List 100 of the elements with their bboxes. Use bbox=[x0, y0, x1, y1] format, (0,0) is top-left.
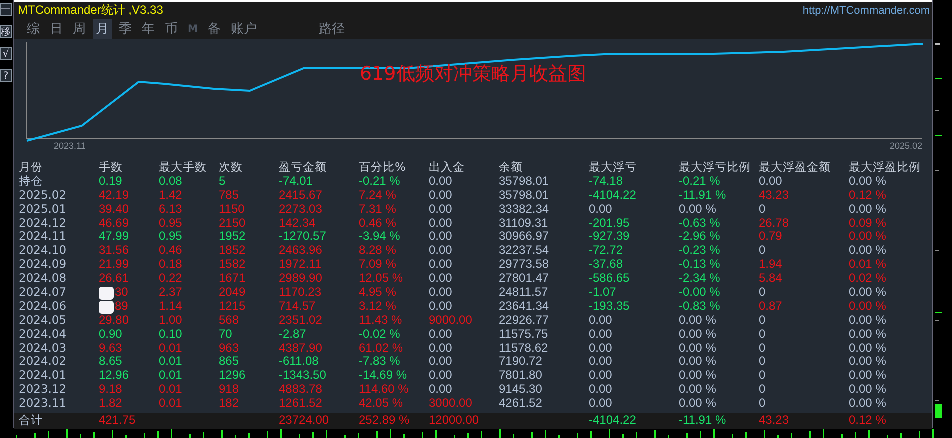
table-cell-text: 1.42 bbox=[159, 188, 184, 203]
table-cell-text: 7801.80 bbox=[499, 369, 544, 384]
table-cell-text: 29.80 bbox=[99, 314, 130, 328]
table-cell-text: 26.61 bbox=[99, 272, 130, 286]
table-cell-text: 46.69 bbox=[99, 216, 130, 230]
table-cell-text: 12.96 bbox=[99, 369, 130, 384]
tab[interactable]: 周 bbox=[70, 19, 89, 39]
tab[interactable]: 月 bbox=[93, 19, 112, 39]
tab[interactable]: 备 bbox=[204, 19, 224, 39]
table-cell-text: 0.00 bbox=[429, 342, 454, 356]
table-cell-text: 0 bbox=[759, 314, 767, 328]
table-cell-text: 9.18 bbox=[99, 383, 124, 398]
table-cell-text: 0 bbox=[759, 286, 767, 300]
table-cell-text: 0.00 % bbox=[849, 369, 888, 384]
table-cell-text: 7190.72 bbox=[499, 355, 544, 370]
table-cell-text: 7.24 % bbox=[359, 188, 398, 203]
table-cell-text: 0.01 bbox=[159, 383, 184, 398]
table-cell-text: 4883.78 bbox=[279, 383, 324, 398]
table-cell-text: 2025.01 bbox=[19, 202, 68, 217]
table-cell: 30 bbox=[99, 286, 159, 300]
table-cell-text: 0.00 bbox=[429, 188, 454, 203]
table-cell-text: -72.72 bbox=[589, 244, 624, 258]
tab[interactable]: 季 bbox=[116, 19, 135, 39]
table-cell-text: 43.23 bbox=[759, 414, 790, 428]
table-cell-text: 1150 bbox=[219, 202, 246, 217]
table-cell-text: 0.00 % bbox=[679, 383, 718, 398]
column-header: 百分比% bbox=[359, 161, 407, 175]
table-cell-text: 0.00 bbox=[429, 230, 454, 244]
table-cell-text: 32237.54 bbox=[499, 244, 550, 258]
table-cell-text: 0.00 bbox=[589, 397, 614, 412]
table-cell-text: -0.02 % bbox=[359, 328, 402, 342]
table-cell-text: 35798.01 bbox=[499, 174, 550, 189]
table-cell-text: 1.14 bbox=[159, 300, 184, 314]
website-link[interactable]: http://MTCommander.com bbox=[802, 4, 930, 16]
table-cell-text: 0.00 % bbox=[849, 244, 888, 258]
table-cell-text: 0.00 bbox=[589, 314, 614, 328]
table-cell-text: 2049 bbox=[219, 286, 247, 300]
table-cell-text: 0.00 % bbox=[679, 397, 718, 412]
table-cell-text: 0.79 bbox=[759, 230, 784, 244]
table-cell-text: 0.01 % bbox=[849, 258, 888, 272]
side-button[interactable]: ? bbox=[0, 69, 12, 82]
tab[interactable]: 日 bbox=[47, 19, 66, 39]
table-cell-text: 9.63 bbox=[99, 342, 124, 356]
table-cell-text: 714.57 bbox=[279, 300, 317, 314]
table-cell-text: 0.00 % bbox=[849, 383, 888, 398]
table-cell-text: 0.00 % bbox=[849, 314, 888, 328]
side-button[interactable]: 一 bbox=[0, 3, 12, 16]
table-cell-text: 0.00 bbox=[429, 328, 454, 342]
table-cell-text: 2273.03 bbox=[279, 202, 324, 217]
table-cell-text: -0.13 % bbox=[679, 258, 722, 272]
table-cell-text: 8.28 % bbox=[359, 244, 398, 258]
table-cell-text: 合计 bbox=[19, 414, 44, 428]
table-cell-text: 0.00 % bbox=[849, 174, 888, 189]
table-cell-text: 0.02 % bbox=[849, 272, 888, 286]
table-cell-text: 4261.52 bbox=[499, 397, 544, 412]
column-header: 最大浮亏比例 bbox=[679, 161, 752, 175]
table-cell-text: 0.00 bbox=[589, 342, 614, 356]
table-cell-text: 42.05 % bbox=[359, 397, 404, 412]
table-cell-text: 0.01 bbox=[159, 355, 184, 370]
table-cell-text: 26.78 bbox=[759, 216, 790, 230]
table-cell-text: 0 bbox=[759, 383, 767, 398]
table-cell-text: 30966.97 bbox=[499, 230, 550, 244]
table-cell-text: 0 bbox=[759, 342, 767, 356]
table-cell-text: 0.95 bbox=[159, 216, 184, 230]
table-cell-text: 0.00 bbox=[589, 202, 614, 217]
table-cell-text: 0 bbox=[759, 369, 767, 384]
table-cell-text: 31109.31 bbox=[499, 216, 550, 230]
table-cell-text: -1343.50 bbox=[279, 369, 328, 384]
table-cell-text: 1261.52 bbox=[279, 397, 324, 412]
axis-label: 2023.11 bbox=[54, 141, 86, 151]
table-cell-text: 0.12 % bbox=[849, 414, 888, 428]
table-cell-text: 2351.02 bbox=[279, 314, 324, 328]
table-cell-text: 0.22 bbox=[159, 272, 184, 286]
table-cell-text: 0.09 % bbox=[849, 216, 888, 230]
tab[interactable]: 年 bbox=[139, 19, 158, 39]
tab[interactable]: 币 bbox=[162, 19, 181, 39]
table-cell-text: -0.21 % bbox=[679, 174, 722, 189]
table-cell-text: 39.40 bbox=[99, 202, 130, 217]
table-cell-text: 0.00 % bbox=[849, 230, 888, 244]
table-cell-text: 2024.09 bbox=[19, 258, 68, 272]
tab[interactable]: 综 bbox=[24, 19, 43, 39]
table-cell-text: 2024.06 bbox=[19, 300, 68, 314]
table-cell-text: 0.00 % bbox=[849, 342, 888, 356]
tab[interactable]: 账户 bbox=[228, 19, 260, 39]
table-cell-text: 0.01 bbox=[159, 342, 184, 356]
column-header: 最大浮盈金额 bbox=[759, 161, 832, 175]
table-cell-text: 4387.90 bbox=[279, 342, 324, 356]
side-button[interactable]: √ bbox=[0, 47, 12, 60]
table-cell-text: 5.84 bbox=[759, 272, 784, 286]
table-cell-text: 43.23 bbox=[759, 188, 790, 203]
table-cell-text: 0.00 bbox=[429, 369, 454, 384]
table-cell-text: 0.01 bbox=[159, 397, 184, 412]
table-cell-text: 0.00 % bbox=[679, 342, 718, 356]
table-cell-text: 12.05 % bbox=[359, 272, 404, 286]
table-cell-text: 0.12 % bbox=[849, 188, 888, 203]
side-button[interactable]: 移 bbox=[0, 25, 12, 38]
column-header: 余额 bbox=[499, 161, 524, 175]
table-cell-text: 11.43 % bbox=[359, 314, 404, 328]
column-header: 最大浮亏 bbox=[589, 161, 638, 175]
tab[interactable]: 路径 bbox=[316, 19, 348, 39]
